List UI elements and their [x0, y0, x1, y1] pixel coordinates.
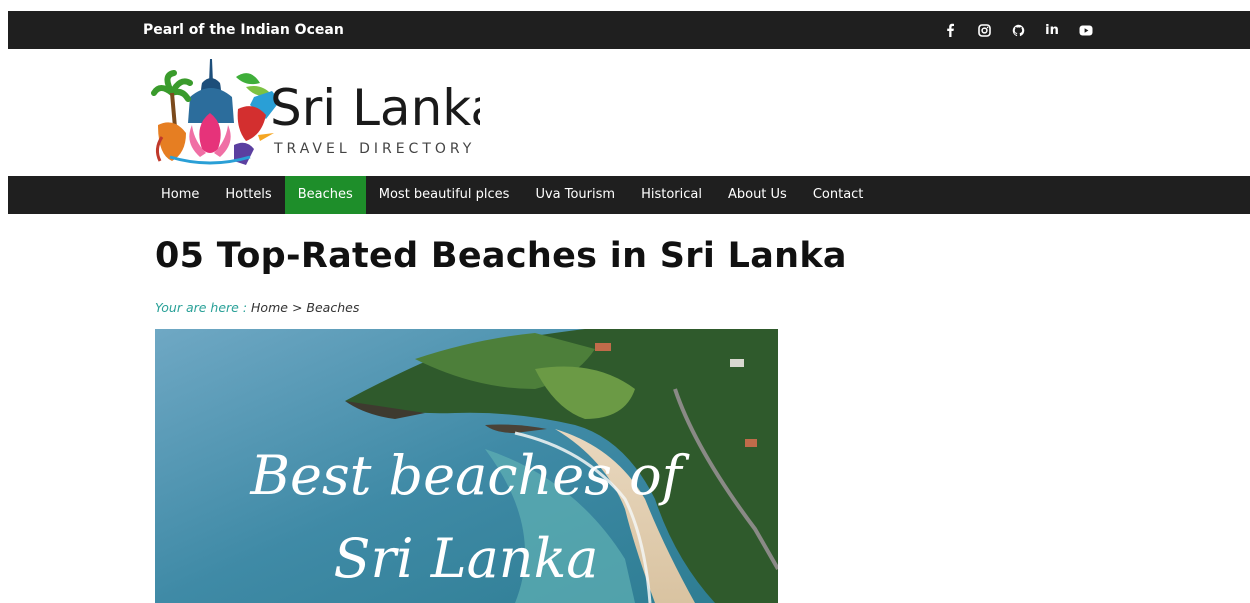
- breadcrumb: Your are here : Home > Beaches: [155, 300, 359, 315]
- site-header: Sri Lanka TRAVEL DIRECTORY: [8, 49, 1250, 176]
- facebook-icon[interactable]: [933, 11, 967, 49]
- instagram-icon[interactable]: [967, 11, 1001, 49]
- nav-item-beaches[interactable]: Beaches: [284, 176, 366, 214]
- logo-title: Sri Lanka: [270, 79, 480, 137]
- site-tagline: Pearl of the Indian Ocean: [143, 22, 344, 38]
- logo-subtitle: TRAVEL DIRECTORY: [273, 141, 475, 157]
- linkedin-icon[interactable]: in: [1035, 11, 1069, 49]
- nav-item-about-us[interactable]: About Us: [715, 176, 800, 214]
- top-bar: Pearl of the Indian Ocean in: [8, 11, 1250, 49]
- breadcrumb-current: Beaches: [306, 300, 360, 315]
- nav-item-hottels[interactable]: Hottels: [212, 176, 284, 214]
- nav-item-contact[interactable]: Contact: [800, 176, 877, 214]
- nav-item-home[interactable]: Home: [148, 176, 212, 214]
- page-title: 05 Top-Rated Beaches in Sri Lanka: [155, 236, 847, 276]
- hero-title-line2: Sri Lanka: [334, 527, 599, 590]
- github-icon[interactable]: [1001, 11, 1035, 49]
- breadcrumb-label: Your are here :: [155, 300, 248, 315]
- main-nav: Home Hottels Beaches Most beautiful plces Uv…: [8, 176, 1250, 214]
- breadcrumb-separator: >: [291, 300, 303, 315]
- nav-item-uva-tourism[interactable]: Uva Tourism: [522, 176, 628, 214]
- youtube-icon[interactable]: [1069, 11, 1103, 49]
- nav-item-most-beautiful-plces[interactable]: Most beautiful plces: [366, 176, 523, 214]
- hero-image: Best beaches of Sri Lanka: [155, 329, 778, 603]
- site-logo[interactable]: Sri Lanka TRAVEL DIRECTORY: [150, 53, 480, 171]
- hero-title-line1: Best beaches of: [249, 444, 689, 507]
- social-links: in: [933, 11, 1103, 49]
- breadcrumb-home-link[interactable]: Home: [251, 300, 288, 315]
- nav-item-historical[interactable]: Historical: [628, 176, 715, 214]
